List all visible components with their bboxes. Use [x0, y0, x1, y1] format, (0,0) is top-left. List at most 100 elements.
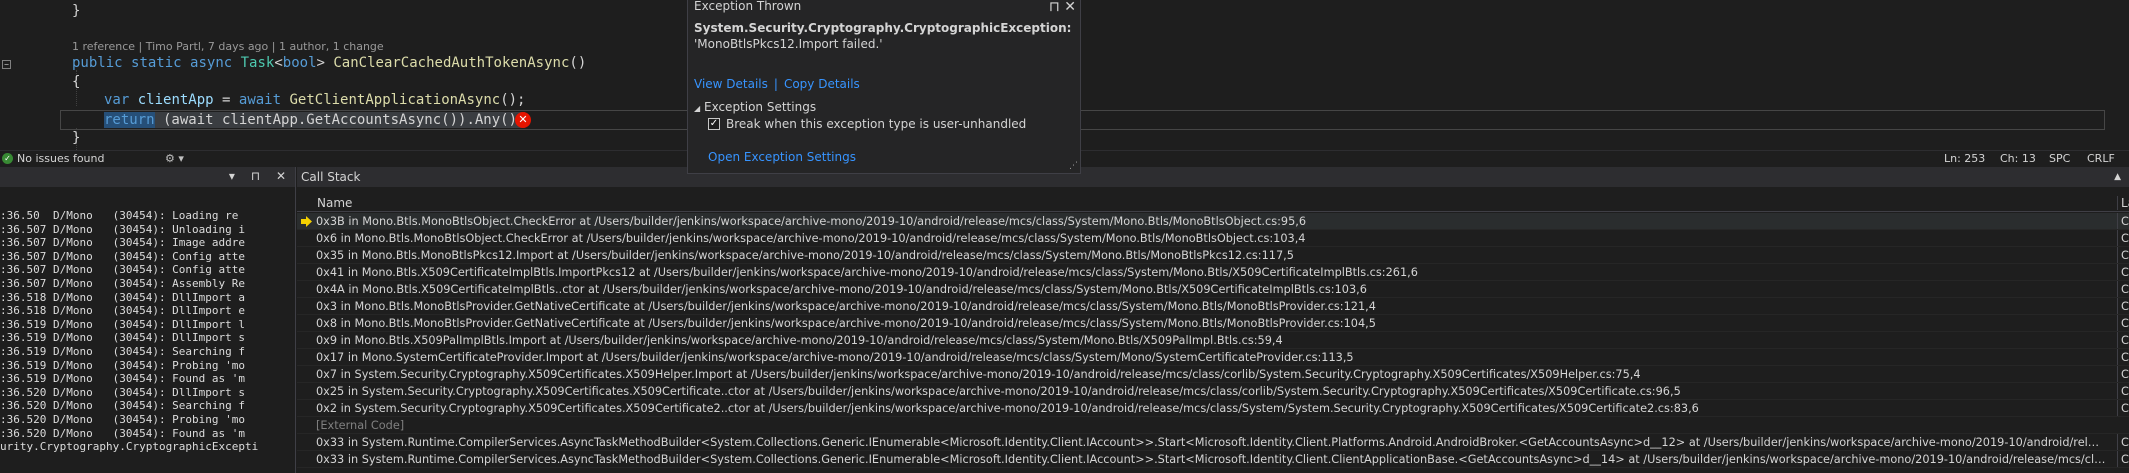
exception-helper-popup: Exception Thrown ⊓ ✕ System.Security.Cry… — [687, 0, 1081, 174]
call-stack-frame[interactable]: 0x3B in Mono.Btls.MonoBtlsObject.CheckEr… — [297, 213, 2129, 230]
exception-settings-label: Exception Settings — [703, 100, 817, 114]
call-stack-column-header: Name La — [297, 195, 2129, 212]
break-when-unhandled-option[interactable]: ✓ Break when this exception type is user… — [708, 117, 1026, 131]
output-line: :36.519 D/Mono (30454): DllImport l — [0, 317, 246, 331]
frame-language: C# — [2117, 332, 2129, 348]
frame-name: 0x41 in Mono.Btls.X509CertificateImplBtl… — [316, 266, 1418, 279]
copy-details-link[interactable]: Copy Details — [784, 77, 860, 91]
output-line: urity.Cryptography.CryptographicExcepti — [0, 440, 259, 454]
frame-name: [External Code] — [316, 419, 405, 432]
frame-language: C# — [2117, 383, 2129, 399]
issues-text: No issues found — [17, 152, 105, 165]
issues-indicator[interactable]: ✓ No issues found — [2, 152, 104, 165]
call-stack-frame[interactable]: 0x17 in Mono.SystemCertificateProvider.I… — [297, 349, 2129, 366]
call-stack-frame[interactable]: 0x3 in Mono.Btls.MonoBtlsProvider.GetNat… — [297, 298, 2129, 315]
frame-language: C# — [2117, 230, 2129, 246]
panel-menu-icon[interactable]: ▲ — [2114, 167, 2121, 187]
call-stack-frame[interactable]: 0x41 in Mono.Btls.X509CertificateImplBtl… — [297, 264, 2129, 281]
frame-name: 0x7 in System.Security.Cryptography.X509… — [316, 368, 1641, 381]
frame-language: C# — [2117, 349, 2129, 365]
link-separator: | — [773, 77, 778, 91]
frame-name: 0x33 in System.Runtime.CompilerServices.… — [316, 453, 2106, 466]
call-stack-frame[interactable]: 0x6 in Mono.Btls.MonoBtlsObject.CheckErr… — [297, 230, 2129, 247]
x-circle-icon: ✕ — [515, 112, 531, 128]
frame-language: C# — [2117, 434, 2129, 450]
column-header-name[interactable]: Name — [317, 196, 352, 210]
output-line: :36.520 D/Mono (30454): Searching f — [0, 399, 246, 413]
frame-language: C# — [2117, 366, 2129, 382]
open-exception-settings-link[interactable]: Open Exception Settings — [708, 150, 856, 164]
call-stack-frame[interactable]: 0x7 in System.Security.Cryptography.X509… — [297, 366, 2129, 383]
frame-name: 0x35 in Mono.Btls.MonoBtlsPkcs12.Import … — [316, 249, 1294, 262]
exception-message: 'MonoBtlsPkcs12.Import failed.' — [694, 37, 883, 51]
call-stack-frame[interactable]: 0x33 in System.Runtime.CompilerServices.… — [297, 434, 2129, 451]
frame-name: 0x3B in Mono.Btls.MonoBtlsObject.CheckEr… — [316, 215, 1307, 228]
call-stack-frame[interactable]: 0x2 in System.Security.Cryptography.X509… — [297, 400, 2129, 417]
output-line: :36.507 D/Mono (30454): Assembly Re — [0, 276, 246, 290]
call-stack-rows: 0x3B in Mono.Btls.MonoBtlsObject.CheckEr… — [297, 213, 2129, 468]
pin-icon[interactable]: ⊓ — [1049, 0, 1060, 15]
exception-popup-controls: ⊓ ✕ — [1049, 0, 1076, 15]
output-panel-header: ▾ ⊓ ✕ — [0, 167, 295, 187]
call-stack-title-text: Call Stack — [301, 170, 361, 184]
whitespace-indicator[interactable]: SPC — [2049, 152, 2070, 165]
output-line: :36.519 D/Mono (30454): Found as 'm — [0, 372, 246, 386]
output-line: :36.520 D/Mono (30454): DllImport s — [0, 385, 246, 399]
code-line-var: var clientApp = await GetClientApplicati… — [104, 92, 526, 108]
frame-name: 0x9 in Mono.Btls.X509PalImplBtls.Import … — [316, 334, 1283, 347]
frame-language: C# — [2117, 213, 2129, 229]
output-line: :36.518 D/Mono (30454): DllImport e — [0, 304, 246, 318]
code-cleanup-icon[interactable]: ⚙ ▾ — [165, 152, 184, 165]
output-line: :36.507 D/Mono (30454): Config atte — [0, 249, 246, 263]
output-line: :36.520 D/Mono (30454): Probing 'mo — [0, 412, 246, 426]
frame-language: C# — [2117, 247, 2129, 263]
frame-language: C# — [2117, 281, 2129, 297]
code-line-closing-brace: } — [72, 3, 81, 19]
output-line: :36.507 D/Mono (30454): Image addre — [0, 236, 246, 250]
collapse-toggle[interactable]: − — [2, 60, 11, 69]
current-frame-arrow-icon — [301, 216, 312, 227]
frame-language: C# — [2117, 298, 2129, 314]
output-panel[interactable]: ▾ ⊓ ✕ :36.50 D/Mono (30454): Loading re:… — [0, 167, 296, 473]
call-stack-frame[interactable]: 0x25 in System.Security.Cryptography.X50… — [297, 383, 2129, 400]
call-stack-frame[interactable]: 0x8 in Mono.Btls.MonoBtlsProvider.GetNat… — [297, 315, 2129, 332]
code-line-closing-brace-bottom: } — [72, 130, 81, 146]
call-stack-frame[interactable]: 0x4A in Mono.Btls.X509CertificateImplBtl… — [297, 281, 2129, 298]
frame-name: 0x4A in Mono.Btls.X509CertificateImplBtl… — [316, 283, 1367, 296]
call-stack-frame[interactable]: 0x33 in System.Runtime.CompilerServices.… — [297, 451, 2129, 468]
output-line: :36.518 D/Mono (30454): DllImport a — [0, 290, 246, 304]
output-line: :36.50 D/Mono (30454): Loading re — [0, 209, 239, 222]
code-line-open-brace: { — [72, 74, 81, 90]
output-line: :36.507 D/Mono (30454): Unloading i — [0, 222, 246, 236]
frame-name: 0x33 in System.Runtime.CompilerServices.… — [316, 436, 2106, 449]
exception-settings-toggle[interactable]: ◢ Exception Settings — [694, 100, 816, 114]
view-details-link[interactable]: View Details — [694, 77, 768, 91]
break-when-unhandled-checkbox[interactable]: ✓ — [708, 118, 720, 130]
exception-popup-title: Exception Thrown — [694, 0, 802, 13]
resize-grip-icon[interactable]: ⋰ — [1069, 161, 1078, 171]
call-stack-panel[interactable]: Call Stack ▲ Name La 0x3B in Mono.Btls.M… — [297, 167, 2129, 473]
frame-name: 0x6 in Mono.Btls.MonoBtlsObject.CheckErr… — [316, 232, 1306, 245]
exception-type: System.Security.Cryptography.Cryptograph… — [694, 21, 1072, 35]
editor-gutter — [0, 0, 14, 150]
frame-language: C# — [2117, 264, 2129, 280]
column-indicator[interactable]: Ch: 13 — [2000, 152, 2036, 165]
output-line: :36.519 D/Mono (30454): DllImport s — [0, 331, 246, 345]
line-indicator[interactable]: Ln: 253 — [1944, 152, 1985, 165]
output-text: :36.50 D/Mono (30454): Loading re:36.507… — [0, 209, 258, 454]
codelens[interactable]: 1 reference | Timo Partl, 7 days ago | 1… — [72, 40, 384, 53]
exception-links: View Details | Copy Details — [694, 77, 860, 91]
output-line: :36.520 D/Mono (30454): Found as 'm — [0, 426, 246, 440]
close-icon[interactable]: ✕ — [1064, 0, 1076, 15]
frame-name: 0x3 in Mono.Btls.MonoBtlsProvider.GetNat… — [316, 300, 1376, 313]
panel-window-buttons[interactable]: ▾ ⊓ ✕ — [229, 169, 292, 183]
line-ending-indicator[interactable]: CRLF — [2087, 152, 2115, 165]
call-stack-title: Call Stack ▲ — [297, 167, 2129, 187]
frame-name: 0x17 in Mono.SystemCertificateProvider.I… — [316, 351, 1354, 364]
call-stack-frame[interactable]: 0x35 in Mono.Btls.MonoBtlsPkcs12.Import … — [297, 247, 2129, 264]
call-stack-frame[interactable]: 0x9 in Mono.Btls.X509PalImplBtls.Import … — [297, 332, 2129, 349]
column-header-language[interactable]: La — [2117, 196, 2129, 210]
output-line: :36.519 D/Mono (30454): Probing 'mo — [0, 358, 246, 372]
frame-name: 0x25 in System.Security.Cryptography.X50… — [316, 385, 1681, 398]
call-stack-frame[interactable]: [External Code] — [297, 417, 2129, 434]
